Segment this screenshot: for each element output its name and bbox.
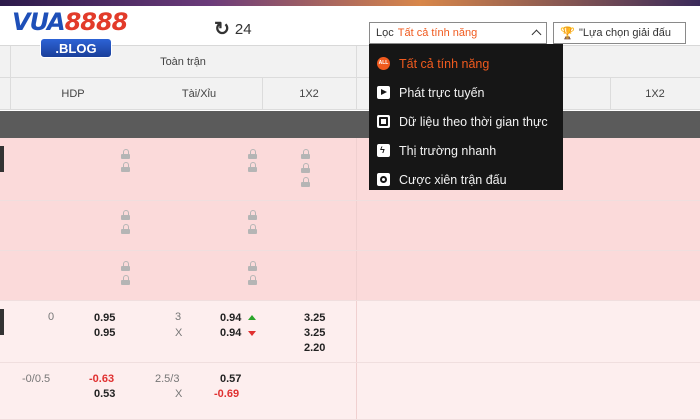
logo-badge: .BLOG (40, 38, 112, 58)
feature-filter-select[interactable]: Lọc Tất cả tính năng (369, 22, 547, 44)
refresh-icon: ↻ (214, 19, 230, 40)
table-header-columns: HDP Tài/Xỉu 1X2 1X2 (0, 78, 700, 110)
lock-icon (121, 210, 130, 220)
row-side-tab (0, 309, 4, 335)
ou-under-odds[interactable]: -0.69 (214, 388, 239, 400)
ou-under-odds[interactable]: 0.94 (220, 327, 241, 339)
dropdown-item-label: Cược xiên trận đấu (399, 172, 507, 187)
lock-icon (121, 149, 130, 159)
header-1x2-right: 1X2 (645, 88, 665, 100)
dropdown-item-all-features[interactable]: ALL Tất cả tính năng (369, 49, 563, 78)
lock-icon (301, 149, 310, 159)
dropdown-item-live-stream[interactable]: Phát trực tuyến (369, 78, 563, 107)
table-row: 0 0.95 0.95 3 X 0.94 0.94 3.25 3.25 2.20 (0, 301, 700, 363)
lock-icon (121, 275, 130, 285)
1x2-draw-odds[interactable]: 3.25 (304, 327, 325, 339)
play-icon (377, 86, 390, 99)
1x2-home-odds[interactable]: 3.25 (304, 312, 325, 324)
lock-icon (248, 149, 257, 159)
odds-down-icon (248, 331, 256, 336)
odds-up-icon (248, 315, 256, 320)
dropdown-item-live-data[interactable]: Dữ liệu theo thời gian thực (369, 107, 563, 136)
hdp-line: -0/0.5 (22, 373, 51, 385)
lock-icon (301, 163, 310, 173)
ou-under-label: X (175, 388, 183, 400)
refresh-button[interactable]: ↻ 24 (214, 20, 252, 39)
dropdown-item-label: Thị trường nhanh (399, 143, 497, 158)
header-divider (262, 78, 263, 110)
ou-over-odds[interactable]: 0.94 (220, 312, 241, 324)
dropdown-item-label: Phát trực tuyến (399, 85, 485, 100)
lock-icon (248, 162, 257, 172)
banner-strip (0, 0, 700, 6)
header-divider (10, 46, 11, 110)
1x2-away-odds[interactable]: 2.20 (304, 342, 325, 354)
lightning-icon: ϟ (377, 144, 390, 157)
hdp-line: 0 (48, 311, 55, 323)
ou-line: 3 (175, 311, 182, 323)
hdp-home-odds[interactable]: 0.95 (94, 312, 115, 324)
filter-label: Lọc (376, 27, 394, 39)
table-row: -0/0.5 -0.63 0.53 2.5/3 X 0.57 -0.69 (0, 363, 700, 420)
lock-icon (248, 275, 257, 285)
lock-icon (248, 210, 257, 220)
ou-under-label: X (175, 327, 183, 339)
chevron-up-icon (531, 29, 542, 40)
league-select-button[interactable]: 🏆 "Lựa chọn giải đấu (553, 22, 686, 44)
header-divider (356, 46, 357, 110)
hdp-home-odds[interactable]: -0.63 (89, 373, 114, 385)
ou-over-odds[interactable]: 0.57 (220, 373, 241, 385)
lock-icon (121, 261, 130, 271)
filter-selected-value: Tất cả tính năng (397, 27, 478, 39)
table-row-locked (0, 201, 700, 251)
lock-icon (121, 162, 130, 172)
league-row-bar (0, 111, 700, 138)
live-data-icon (377, 115, 390, 128)
trophy-icon: 🏆 (560, 26, 575, 40)
header-1x2: 1X2 (299, 88, 319, 100)
dropdown-item-parlay[interactable]: Cược xiên trận đấu (369, 165, 563, 194)
dropdown-item-label: Dữ liệu theo thời gian thực (399, 114, 548, 129)
ticket-icon (377, 173, 390, 186)
header-divider (610, 78, 611, 110)
dropdown-item-label: Tất cả tính năng (399, 56, 490, 71)
table-row-locked (0, 138, 700, 201)
league-select-label: "Lựa chọn giải đấu (578, 27, 671, 39)
row-side-tab (0, 146, 4, 172)
lock-icon (121, 224, 130, 234)
refresh-count: 24 (234, 21, 252, 38)
lock-icon (248, 261, 257, 271)
lock-icon (301, 177, 310, 187)
site-logo[interactable]: VUA8888 .BLOG (12, 8, 134, 60)
feature-filter-dropdown: ALL Tất cả tính năng Phát trực tuyến Dữ … (369, 44, 563, 190)
table-row-locked (0, 251, 700, 301)
header-taixiu: Tài/Xỉu (181, 88, 217, 100)
lock-icon (248, 224, 257, 234)
hdp-away-odds[interactable]: 0.95 (94, 327, 115, 339)
ou-line: 2.5/3 (155, 373, 180, 385)
header-hdp: HDP (61, 88, 85, 100)
hdp-away-odds[interactable]: 0.53 (94, 388, 115, 400)
all-icon: ALL (377, 57, 390, 70)
dropdown-item-fast-market[interactable]: ϟ Thị trường nhanh (369, 136, 563, 165)
logo-wordmark: VUA8888 (12, 8, 128, 36)
